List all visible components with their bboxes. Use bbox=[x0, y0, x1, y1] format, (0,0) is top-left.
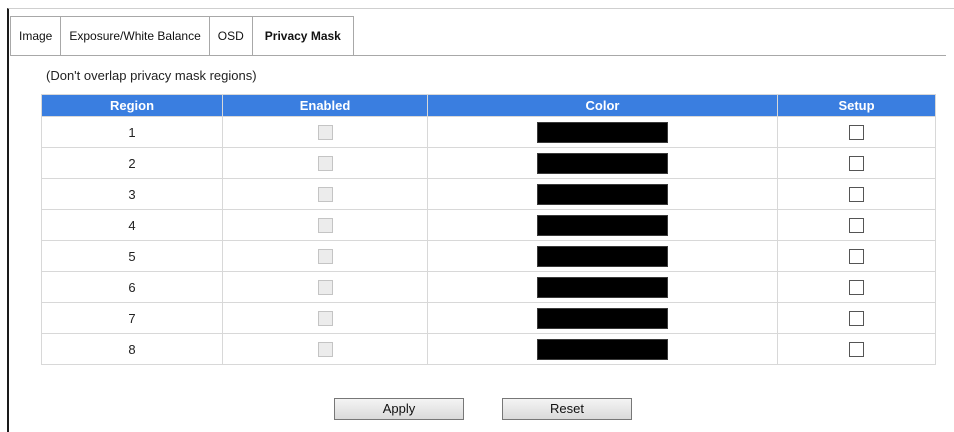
setup-checkbox[interactable] bbox=[849, 342, 864, 358]
setup-checkbox[interactable] bbox=[849, 125, 864, 141]
enabled-checkbox[interactable] bbox=[317, 280, 333, 296]
table-row: 3 bbox=[41, 178, 936, 210]
table-row: 7 bbox=[41, 302, 936, 334]
table-row: 5 bbox=[41, 240, 936, 272]
mask-color-swatch[interactable] bbox=[537, 245, 668, 267]
tab-osd[interactable]: OSD bbox=[208, 16, 252, 56]
setup-cell bbox=[777, 147, 936, 179]
header-setup: Setup bbox=[777, 94, 936, 117]
setup-cell bbox=[777, 302, 936, 334]
privacy-mask-table: Region Enabled Color Setup 12345678 bbox=[41, 94, 936, 365]
mask-color-swatch[interactable] bbox=[537, 276, 668, 298]
table-row: 8 bbox=[41, 333, 936, 365]
setup-cell bbox=[777, 178, 936, 210]
region-number: 2 bbox=[41, 147, 223, 179]
enabled-cell bbox=[222, 240, 428, 272]
tab-image[interactable]: Image bbox=[10, 16, 61, 56]
table-row: 4 bbox=[41, 209, 936, 241]
setup-cell bbox=[777, 333, 936, 365]
mask-color-swatch[interactable] bbox=[537, 307, 668, 329]
setup-cell bbox=[777, 240, 936, 272]
setup-checkbox[interactable] bbox=[849, 218, 864, 234]
region-number: 8 bbox=[41, 333, 223, 365]
enabled-checkbox[interactable] bbox=[317, 249, 333, 265]
apply-button[interactable]: Apply bbox=[334, 398, 464, 420]
enabled-cell bbox=[222, 178, 428, 210]
region-number: 3 bbox=[41, 178, 223, 210]
enabled-checkbox[interactable] bbox=[317, 218, 333, 234]
enabled-checkbox[interactable] bbox=[317, 187, 333, 203]
mask-color-swatch[interactable] bbox=[537, 214, 668, 236]
enabled-cell bbox=[222, 116, 428, 148]
table-row: 6 bbox=[41, 271, 936, 303]
tab-divider bbox=[10, 55, 946, 56]
color-cell bbox=[427, 271, 778, 303]
setup-cell bbox=[777, 116, 936, 148]
setup-checkbox[interactable] bbox=[849, 187, 864, 203]
region-number: 5 bbox=[41, 240, 223, 272]
region-number: 7 bbox=[41, 302, 223, 334]
setup-checkbox[interactable] bbox=[849, 311, 864, 327]
region-number: 6 bbox=[41, 271, 223, 303]
setup-cell bbox=[777, 209, 936, 241]
color-cell bbox=[427, 302, 778, 334]
table-header-row: Region Enabled Color Setup bbox=[41, 94, 936, 117]
region-number: 4 bbox=[41, 209, 223, 241]
setup-cell bbox=[777, 271, 936, 303]
overlap-note: (Don't overlap privacy mask regions) bbox=[46, 68, 257, 83]
header-enabled: Enabled bbox=[222, 94, 428, 117]
color-cell bbox=[427, 178, 778, 210]
tab-privacy-mask[interactable]: Privacy Mask bbox=[251, 16, 354, 56]
enabled-checkbox[interactable] bbox=[317, 125, 333, 141]
enabled-cell bbox=[222, 209, 428, 241]
color-cell bbox=[427, 147, 778, 179]
enabled-checkbox[interactable] bbox=[317, 156, 333, 172]
tab-bar: Image Exposure/White Balance OSD Privacy… bbox=[10, 16, 354, 56]
color-cell bbox=[427, 209, 778, 241]
setup-checkbox[interactable] bbox=[849, 280, 864, 296]
color-cell bbox=[427, 116, 778, 148]
header-region: Region bbox=[41, 94, 223, 117]
enabled-checkbox[interactable] bbox=[317, 311, 333, 327]
color-cell bbox=[427, 240, 778, 272]
table-row: 2 bbox=[41, 147, 936, 179]
enabled-cell bbox=[222, 333, 428, 365]
reset-button[interactable]: Reset bbox=[502, 398, 632, 420]
table-row: 1 bbox=[41, 116, 936, 148]
region-number: 1 bbox=[41, 116, 223, 148]
enabled-checkbox[interactable] bbox=[317, 342, 333, 358]
setup-checkbox[interactable] bbox=[849, 249, 864, 265]
enabled-cell bbox=[222, 271, 428, 303]
header-color: Color bbox=[427, 94, 778, 117]
tab-exposure-white-balance[interactable]: Exposure/White Balance bbox=[60, 16, 209, 56]
enabled-cell bbox=[222, 147, 428, 179]
mask-color-swatch[interactable] bbox=[537, 152, 668, 174]
mask-color-swatch[interactable] bbox=[537, 338, 668, 360]
mask-color-swatch[interactable] bbox=[537, 183, 668, 205]
mask-color-swatch[interactable] bbox=[537, 121, 668, 143]
color-cell bbox=[427, 333, 778, 365]
enabled-cell bbox=[222, 302, 428, 334]
action-buttons: Apply Reset bbox=[334, 398, 632, 420]
setup-checkbox[interactable] bbox=[849, 156, 864, 172]
